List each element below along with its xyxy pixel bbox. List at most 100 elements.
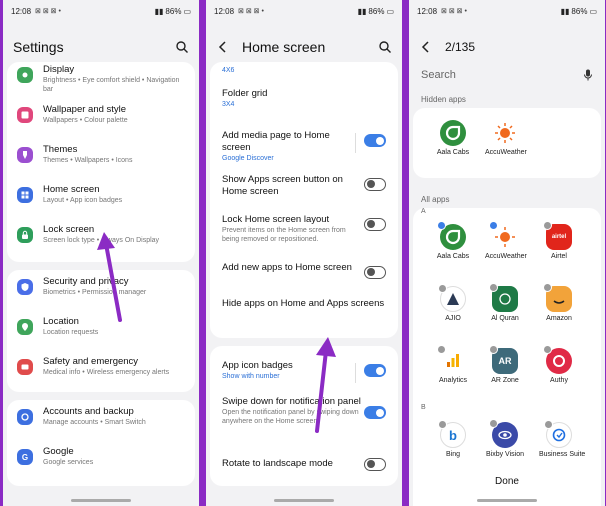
airtel-icon: airtel	[543, 221, 572, 250]
app-label: AR Zone	[491, 377, 519, 384]
hidden-apps-label: Hidden apps	[421, 95, 466, 104]
unchecked-icon[interactable]	[489, 345, 498, 354]
rotate-landscape-toggle[interactable]	[364, 458, 386, 471]
nav-handle[interactable]	[71, 499, 131, 502]
settings-item-desc: Themes • Wallpapers • Icons	[43, 157, 133, 164]
settings-item-desc: Layout • App icon badges	[43, 197, 123, 204]
notification-icons: ⊠ ⊠ ⊠ •	[441, 8, 467, 15]
ar-zone-icon: AR	[489, 345, 518, 374]
app-item[interactable]: AJIO	[433, 284, 473, 322]
aala-cabs-icon	[440, 120, 466, 146]
unchecked-icon[interactable]	[543, 221, 552, 230]
display-icon	[17, 67, 33, 83]
home-settings-group-2: App icon badges Show with number Swipe do…	[210, 346, 398, 486]
rotate-landscape-item[interactable]: Rotate to landscape mode	[210, 448, 398, 482]
hide-apps-appbar: 2/135	[419, 36, 595, 58]
settings-item-title: Location	[43, 316, 79, 327]
unchecked-icon[interactable]	[489, 419, 498, 428]
page-title: Home screen	[242, 39, 326, 55]
swipe-down-toggle[interactable]	[364, 406, 386, 419]
home-settings-group-1: 4X6 Folder grid 3X4 Add media page to Hom…	[210, 62, 398, 338]
unchecked-icon[interactable]	[489, 283, 498, 292]
status-time: 12:08	[11, 6, 32, 16]
checked-icon[interactable]	[437, 221, 446, 230]
status-bar: 12:08 ⊠ ⊠ ⊠ • ▮▮ 86% ▭	[11, 5, 191, 17]
app-item[interactable]: b Bing	[433, 420, 473, 458]
hidden-app[interactable]: AccuWeather	[485, 120, 527, 156]
status-bar: 12:08 ⊠ ⊠ ⊠ • ▮▮ 86% ▭	[214, 5, 394, 17]
settings-item-desc: Location requests	[43, 329, 99, 336]
nav-handle[interactable]	[477, 499, 537, 502]
letter-header-a: A	[421, 208, 426, 215]
signal-icon: ▮▮	[357, 6, 367, 16]
settings-item-accounts[interactable]: Accounts and backup Manage accounts • Sma…	[7, 400, 195, 440]
app-item[interactable]: Bixby Vision	[485, 419, 525, 458]
settings-item-safety[interactable]: Safety and emergency Medical info • Wirel…	[7, 350, 195, 390]
unchecked-icon[interactable]	[544, 420, 553, 429]
app-item[interactable]: Amazon	[539, 283, 579, 322]
lock-layout-toggle[interactable]	[364, 218, 386, 231]
grid-item[interactable]: 4X6	[210, 62, 398, 82]
settings-item-title: Home screen	[43, 184, 100, 195]
app-item[interactable]: Analytics	[433, 345, 473, 384]
media-page-toggle[interactable]	[364, 134, 386, 147]
settings-item-home-screen[interactable]: Home screen Layout • App icon badges	[7, 178, 195, 218]
media-page-item[interactable]: Add media page to Home screen Google Disc…	[210, 118, 398, 164]
app-item[interactable]: Aala Cabs	[433, 221, 473, 260]
settings-item-desc: Brightness • Eye comfort shield • Naviga…	[43, 77, 180, 93]
lock-layout-item[interactable]: Lock Home screen layout Prevent items on …	[210, 204, 398, 252]
all-apps-label: All apps	[421, 195, 450, 204]
microphone-icon[interactable]	[583, 69, 593, 81]
wallpaper-icon	[17, 107, 33, 123]
settings-item-display[interactable]: Display Brightness • Eye comfort shield •…	[7, 62, 195, 98]
nav-handle[interactable]	[274, 499, 334, 502]
search-input[interactable]: Search	[421, 69, 583, 81]
back-arrow-icon[interactable]	[419, 40, 433, 54]
app-item[interactable]: Authy	[539, 345, 579, 384]
hidden-app[interactable]: Aala Cabs	[433, 120, 473, 156]
status-right: ▮▮ 86% ▭	[358, 7, 394, 16]
checked-icon[interactable]	[489, 221, 498, 230]
settings-screen: 12:08 ⊠ ⊠ ⊠ • ▮▮ 86% ▭ Settings Display B…	[3, 0, 199, 506]
unchecked-icon[interactable]	[438, 284, 447, 293]
settings-item-wallpaper[interactable]: Wallpaper and style Wallpapers • Colour p…	[7, 98, 195, 138]
folder-grid-item[interactable]: Folder grid 3X4	[210, 82, 398, 118]
item-title: Rotate to landscape mode	[222, 458, 333, 469]
letter-header-b: B	[421, 404, 426, 411]
app-item[interactable]: Al Quran	[485, 283, 525, 322]
apps-button-toggle[interactable]	[364, 178, 386, 191]
search-icon[interactable]	[378, 40, 392, 54]
location-icon	[17, 319, 33, 335]
back-arrow-icon[interactable]	[216, 40, 230, 54]
item-desc: Prevent items on the Home screen from be…	[222, 227, 346, 243]
app-item[interactable]: Business Suite	[539, 420, 585, 458]
apps-button-item[interactable]: Show Apps screen button on Home screen	[210, 164, 398, 204]
app-item[interactable]: AR AR Zone	[485, 345, 525, 384]
done-button[interactable]: Done	[413, 476, 601, 487]
unchecked-icon[interactable]	[543, 283, 552, 292]
unchecked-icon[interactable]	[437, 345, 446, 354]
signal-icon: ▮▮	[154, 6, 164, 16]
add-new-apps-toggle[interactable]	[364, 266, 386, 279]
app-icon-badges-toggle[interactable]	[364, 364, 386, 377]
settings-item-themes[interactable]: Themes Themes • Wallpapers • Icons	[7, 138, 195, 178]
item-title: Hide apps on Home and Apps screens	[222, 298, 385, 309]
app-item[interactable]: AccuWeather	[485, 221, 527, 260]
grid-value: 4X6	[222, 67, 235, 74]
business-suite-icon	[544, 420, 572, 448]
unchecked-icon[interactable]	[438, 420, 447, 429]
app-label: Airtel	[551, 253, 567, 260]
accuweather-icon	[489, 221, 518, 250]
swipe-down-item[interactable]: Swipe down for notification panel Open th…	[210, 390, 398, 448]
folder-grid-value: 3X4	[222, 101, 235, 108]
app-item[interactable]: airtel Airtel	[539, 221, 579, 260]
hide-apps-item[interactable]: Hide apps on Home and Apps screens	[210, 284, 398, 318]
search-bar[interactable]: Search	[413, 64, 601, 86]
unchecked-icon[interactable]	[543, 345, 552, 354]
settings-item-google[interactable]: G Google Google services	[7, 440, 195, 480]
add-new-apps-item[interactable]: Add new apps to Home screen	[210, 252, 398, 284]
search-icon[interactable]	[175, 40, 189, 54]
app-label: Aala Cabs	[436, 149, 470, 156]
app-icon-badges-item[interactable]: App icon badges Show with number	[210, 346, 398, 390]
bixby-vision-icon	[489, 419, 518, 448]
